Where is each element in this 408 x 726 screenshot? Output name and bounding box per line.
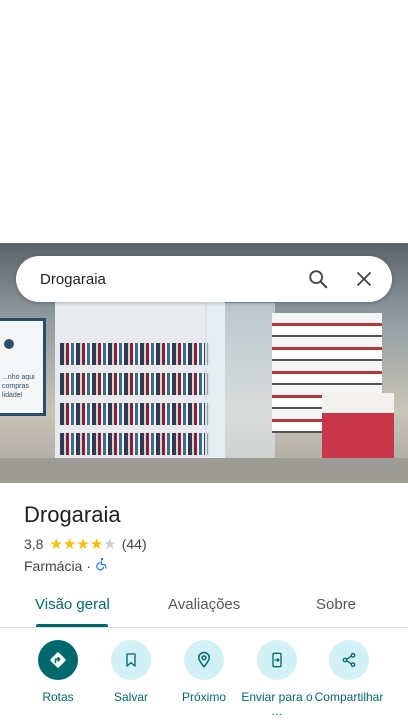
- share-label: Compartilhar: [314, 690, 384, 704]
- place-name: Drogaraia: [24, 502, 121, 527]
- tab-reviews[interactable]: Avaliações: [168, 596, 240, 613]
- wheelchair-icon: [95, 557, 109, 574]
- category-label: Farmácia: [24, 557, 83, 574]
- star-icon: ★: [76, 535, 90, 553]
- star-empty-icon: ★: [103, 535, 117, 553]
- bookmark-icon: [111, 640, 151, 680]
- star-icon: ★: [62, 535, 77, 553]
- separator: ·: [86, 557, 92, 574]
- send-to-phone-icon: [257, 640, 297, 680]
- send-to-phone-label: Enviar para o …: [241, 690, 313, 718]
- search-query[interactable]: Drogaraia: [40, 271, 286, 288]
- tab-bar: Visão geral Avaliações Sobre: [0, 582, 408, 628]
- search-bar[interactable]: Drogaraia: [16, 256, 392, 302]
- floor: [0, 458, 408, 483]
- nearby-icon: [184, 640, 224, 680]
- save-label: Salvar: [113, 690, 148, 704]
- share-icon: [329, 640, 369, 680]
- share-button[interactable]: Compartilhar: [309, 640, 389, 704]
- sign-text: ...nho aqui compras lidade!: [2, 374, 35, 399]
- shelf-row: [60, 343, 210, 365]
- shelf-row: [60, 373, 210, 395]
- close-icon[interactable]: [350, 265, 378, 293]
- tab-overview[interactable]: Visão geral: [35, 596, 110, 613]
- shelf-row: [60, 433, 210, 455]
- action-bar: Rotas Salvar Próximo Enviar para o … Com…: [0, 640, 408, 726]
- active-tab-indicator: [36, 624, 108, 627]
- send-to-phone-button[interactable]: Enviar para o …: [237, 640, 317, 718]
- shelf-row: [60, 403, 210, 425]
- nearby-button[interactable]: Próximo: [164, 640, 244, 704]
- category-row: Farmácia ·: [24, 557, 109, 574]
- promo-stand-panel: [322, 413, 394, 461]
- sign-dot: [4, 339, 14, 349]
- save-button[interactable]: Salvar: [91, 640, 171, 704]
- directions-label: Rotas: [42, 690, 74, 704]
- star-icon: ★: [89, 535, 104, 553]
- directions-button[interactable]: Rotas: [18, 640, 98, 704]
- nearby-label: Próximo: [181, 690, 226, 704]
- search-icon[interactable]: [304, 265, 332, 293]
- rating-stars: ★ ★ ★ ★ ★: [49, 537, 116, 552]
- glass-door: [205, 303, 275, 473]
- rating-value: 3,8: [24, 536, 44, 552]
- directions-icon: [38, 640, 78, 680]
- store-sign: ...nho aqui compras lidade!: [0, 318, 46, 416]
- tab-about[interactable]: Sobre: [316, 596, 356, 613]
- review-count: (44): [121, 536, 147, 552]
- star-icon: ★: [49, 535, 63, 553]
- rating-row[interactable]: 3,8 ★ ★ ★ ★ ★ (44): [24, 536, 147, 552]
